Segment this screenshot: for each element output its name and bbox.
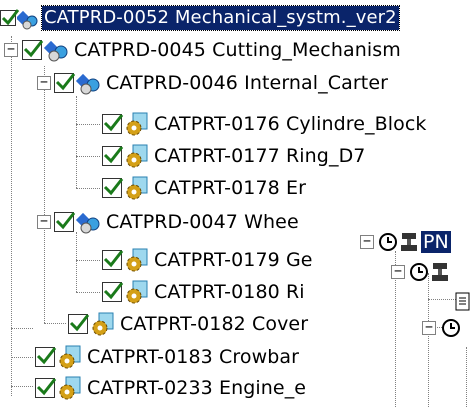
tree-node[interactable]: CATPRT-0177 Ring_D7 (102, 141, 367, 171)
tree-node-label: CATPRT-0179 Ge (154, 249, 313, 271)
document-icon (454, 291, 472, 313)
clock-icon (377, 231, 399, 253)
secondary-tree-panel: − PN − − (352, 229, 475, 407)
tree-node-label[interactable]: CATPRD-0052 Mechanical_systm._ver2 (41, 5, 400, 31)
tree-node[interactable] (454, 289, 472, 315)
checked-checkbox-icon[interactable] (54, 73, 76, 93)
checked-checkbox-icon[interactable] (68, 314, 90, 334)
tree-node-label[interactable]: PN (421, 231, 451, 253)
product-assembly-icon (15, 5, 41, 31)
tree-node-label: CATPRT-0178 Er (154, 177, 306, 199)
tree-line (76, 292, 100, 293)
tree-node[interactable]: CATPRT-0233 Engine_e (35, 373, 308, 403)
tree-line (11, 386, 33, 387)
tree-line (11, 36, 12, 396)
checked-checkbox-icon[interactable] (102, 250, 124, 270)
product-assembly-icon (43, 37, 71, 63)
tree-node-label: CATPRD-0045 Cutting_Mechanism (74, 39, 401, 61)
tree-line (76, 260, 100, 261)
collapse-toggle[interactable]: − (37, 76, 51, 90)
part-gear-icon (123, 279, 151, 305)
product-assembly-icon (75, 70, 103, 96)
tree-node[interactable] (408, 259, 452, 285)
tree-line (428, 273, 429, 407)
tree-line (76, 124, 100, 125)
part-gear-icon (89, 311, 117, 337)
tree-node-label: CATPRT-0176 Cylindre_Block (154, 113, 427, 135)
tree-line (76, 188, 100, 189)
tree-node[interactable]: CATPRT-0178 Er (102, 173, 308, 203)
checked-checkbox-icon[interactable] (35, 347, 57, 367)
tree-node[interactable]: CATPRD-0047 Whee (54, 207, 301, 237)
tree-node[interactable]: CATPRT-0176 Cylindre_Block (102, 109, 429, 139)
part-gear-icon (123, 143, 151, 169)
part-gear-icon (123, 175, 151, 201)
part-gear-icon (56, 375, 84, 401)
part-gear-icon (123, 247, 151, 273)
machine-icon (430, 261, 452, 283)
tree-node-label: CATPRT-0180 Ri (154, 281, 305, 303)
collapse-toggle[interactable]: − (391, 265, 405, 279)
checked-checkbox-icon[interactable] (102, 146, 124, 166)
checked-checkbox-icon[interactable] (0, 9, 20, 26)
checked-checkbox-icon[interactable] (54, 212, 76, 232)
collapse-toggle[interactable]: − (422, 321, 436, 335)
checked-checkbox-icon[interactable] (102, 114, 124, 134)
tree-node[interactable]: CATPRD-0045 Cutting_Mechanism (22, 35, 403, 65)
product-assembly-icon (75, 209, 103, 235)
tree-node[interactable]: CATPRT-0179 Ge (102, 245, 315, 275)
collapse-toggle[interactable]: − (4, 43, 18, 57)
tree-line (428, 299, 456, 300)
collapse-toggle[interactable]: − (37, 215, 51, 229)
tree-line (11, 357, 33, 358)
tree-node[interactable]: CATPRT-0183 Crowbar (35, 342, 301, 372)
tree-node-label: CATPRT-0233 Engine_e (87, 377, 307, 399)
checked-checkbox-icon[interactable] (102, 178, 124, 198)
tree-node-root[interactable]: CATPRD-0052 Mechanical_systm._ver2 (0, 3, 400, 33)
collapse-toggle[interactable]: − (360, 235, 374, 249)
tree-line (466, 347, 467, 407)
tree-node[interactable]: PN (377, 229, 451, 255)
clock-icon (408, 261, 430, 283)
tree-node-label: CATPRT-0182 Cover (120, 313, 309, 335)
tree-node[interactable]: CATPRD-0046 Internal_Carter (54, 68, 390, 98)
tree-line (76, 156, 100, 157)
clock-icon (440, 317, 462, 339)
part-gear-icon (56, 344, 84, 370)
tree-line (11, 328, 33, 329)
part-gear-icon (123, 111, 151, 137)
tree-node[interactable] (440, 315, 462, 341)
tree-node-label: CATPRD-0046 Internal_Carter (106, 72, 389, 94)
tree-node[interactable]: CATPRT-0182 Cover (68, 309, 310, 339)
tree-node[interactable]: CATPRT-0180 Ri (102, 277, 307, 307)
checked-checkbox-icon[interactable] (35, 378, 57, 398)
tree-line (76, 96, 77, 188)
checked-checkbox-icon[interactable] (22, 40, 44, 60)
tree-node-label: CATPRT-0183 Crowbar (87, 346, 300, 368)
tree-line (44, 323, 66, 324)
tree-line (44, 66, 45, 323)
machine-icon (399, 231, 421, 253)
tree-line (76, 232, 77, 292)
tree-node-label: CATPRD-0047 Whee (106, 211, 299, 233)
tree-node-label: CATPRT-0177 Ring_D7 (154, 145, 366, 167)
checked-checkbox-icon[interactable] (102, 282, 124, 302)
